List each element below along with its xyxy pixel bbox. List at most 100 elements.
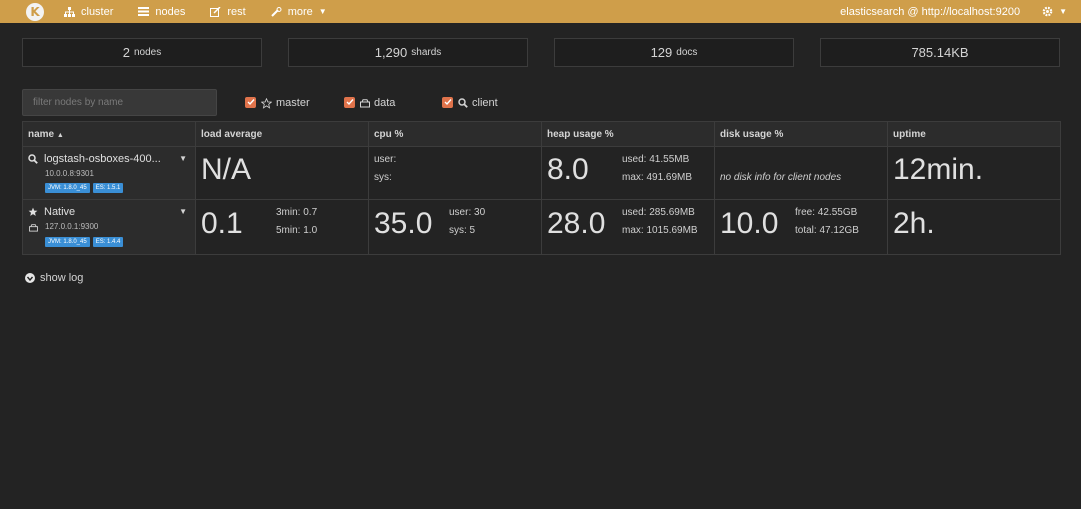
load-cell: 0.1 3min: 0.7 5min: 1.0 [195,199,369,255]
uptime-cell: 2h. [887,199,1061,255]
search-icon [28,154,38,164]
master-filter-label: master [276,97,310,109]
nav-rest[interactable]: rest [210,5,246,18]
client-filter-label: client [472,97,498,109]
master-filter-checkbox[interactable]: master [245,96,310,109]
node-actions-dropdown[interactable]: ▼ [179,154,187,163]
load-average-value: N/A [201,153,252,186]
es-badge: ES: 1.5.1 [92,183,124,193]
table-row: logstash-osboxes-400... ▼ 10.0.0.8:9301 … [22,146,1061,200]
stat-size: 785.14KB [820,38,1060,67]
heap-used: used: 41.55MB [622,154,690,165]
wrench-icon [271,6,282,17]
node-name-label: Native [44,206,76,218]
heap-max: max: 491.69MB [622,172,693,183]
chevron-down-circle-icon [25,273,35,283]
stat-shards: 1,290 shards [288,38,528,67]
cpu-user: user: [374,154,397,165]
nav-more-label: more [287,5,313,18]
nav-more[interactable]: more ▼ [271,6,327,18]
star-icon [28,207,38,217]
version-badges: JVM: 1.8.0_45 ES: 1.5.1 [45,183,126,193]
node-address: 127.0.0.1:9300 [45,222,99,231]
show-log-toggle[interactable]: show log [25,272,83,284]
chevron-down-icon: ▼ [1059,7,1067,16]
col-header-heap[interactable]: heap usage % [541,121,715,147]
cpu-sys: sys: [374,172,392,183]
cpu-user: user: 30 [449,207,486,218]
heap-used: used: 285.69MB [622,207,695,218]
sort-asc-icon: ▲ [56,131,64,139]
col-header-load[interactable]: load average [195,121,369,147]
gear-icon [1042,6,1053,17]
table-header-row: name ▲ load average cpu % heap usage % d… [22,121,1061,147]
stat-nodes: 2 nodes [22,38,262,67]
stat-size-value: 785.14KB [911,45,969,60]
node-address: 10.0.0.8:9301 [45,169,94,178]
node-name[interactable]: Native [28,206,75,218]
chevron-down-icon: ▼ [318,7,327,16]
load-5min: 5min: 1.0 [276,225,318,236]
nav-nodes-label: nodes [155,5,186,18]
disk-cell: 10.0 free: 42.55GB total: 47.12GB [714,199,888,255]
disk-total: total: 47.12GB [795,225,859,236]
search-icon [458,98,468,108]
kopf-logo-icon[interactable]: K [26,2,44,21]
filter-nodes-input[interactable] [22,89,217,116]
stat-nodes-label: nodes [133,47,162,58]
node-name-label: logstash-osboxes-400... [44,153,161,165]
nodes-table: name ▲ load average cpu % heap usage % d… [22,121,1061,255]
stat-nodes-value: 2 [122,45,130,60]
stat-docs-label: docs [676,47,698,58]
load-cell: N/A [195,146,369,200]
table-row: Native ▼ 127.0.0.1:9300 JVM: 1.8.0_45 ES… [22,199,1061,255]
col-header-disk[interactable]: disk usage % [714,121,888,147]
checkbox-checked-icon [344,96,355,108]
list-icon [138,7,150,16]
stat-docs: 129 docs [554,38,794,67]
heap-cell: 8.0 used: 41.55MB max: 491.69MB [541,146,715,200]
uptime-value: 2h. [893,207,935,240]
edit-icon [210,6,221,17]
node-actions-dropdown[interactable]: ▼ [179,207,187,216]
disk-usage-value: 10.0 [720,207,779,240]
version-badges: JVM: 1.8.0_45 ES: 1.4.4 [45,237,126,247]
client-filter-checkbox[interactable]: client [442,96,498,109]
nav-rest-label: rest [227,5,246,18]
stat-shards-label: shards [411,47,442,58]
nav-cluster[interactable]: cluster [64,6,113,18]
col-header-cpu[interactable]: cpu % [368,121,542,147]
node-name[interactable]: logstash-osboxes-400... [28,153,161,165]
disk-info-note: no disk info for client nodes [720,172,842,183]
col-header-uptime[interactable]: uptime [887,121,1061,147]
col-header-name[interactable]: name ▲ [22,121,196,147]
heap-max: max: 1015.69MB [622,225,698,236]
sitemap-icon [64,6,75,17]
settings-dropdown[interactable]: ▼ [1042,6,1067,17]
heap-usage-value: 28.0 [547,207,606,240]
stat-docs-value: 129 [650,45,673,60]
cpu-cell: user: sys: [368,146,542,200]
checkbox-checked-icon [245,96,256,108]
cpu-value: 35.0 [374,207,433,240]
top-navbar: K cluster nodes rest more ▼ elasticsearc… [0,0,1081,23]
cpu-sys: sys: 5 [449,225,476,236]
show-log-label: show log [40,272,84,284]
load-3min: 3min: 0.7 [276,207,318,218]
heap-usage-value: 8.0 [547,153,589,186]
cpu-cell: 35.0 user: 30 sys: 5 [368,199,542,255]
uptime-cell: 12min. [887,146,1061,200]
jvm-badge: JVM: 1.8.0_45 [45,183,90,193]
hdd-icon [360,98,370,108]
navbar-right: elasticsearch @ http://localhost:9200 ▼ [840,6,1081,18]
nav-nodes[interactable]: nodes [138,6,185,18]
hdd-icon [29,224,38,232]
cluster-url: elasticsearch @ http://localhost:9200 [840,5,1021,18]
jvm-badge: JVM: 1.8.0_45 [45,237,90,247]
nav-cluster-label: cluster [81,5,114,18]
disk-cell: no disk info for client nodes [714,146,888,200]
data-filter-checkbox[interactable]: data [344,96,395,109]
checkbox-checked-icon [442,96,453,108]
load-average-value: 0.1 [201,207,243,240]
node-name-cell: Native ▼ 127.0.0.1:9300 JVM: 1.8.0_45 ES… [22,199,196,255]
